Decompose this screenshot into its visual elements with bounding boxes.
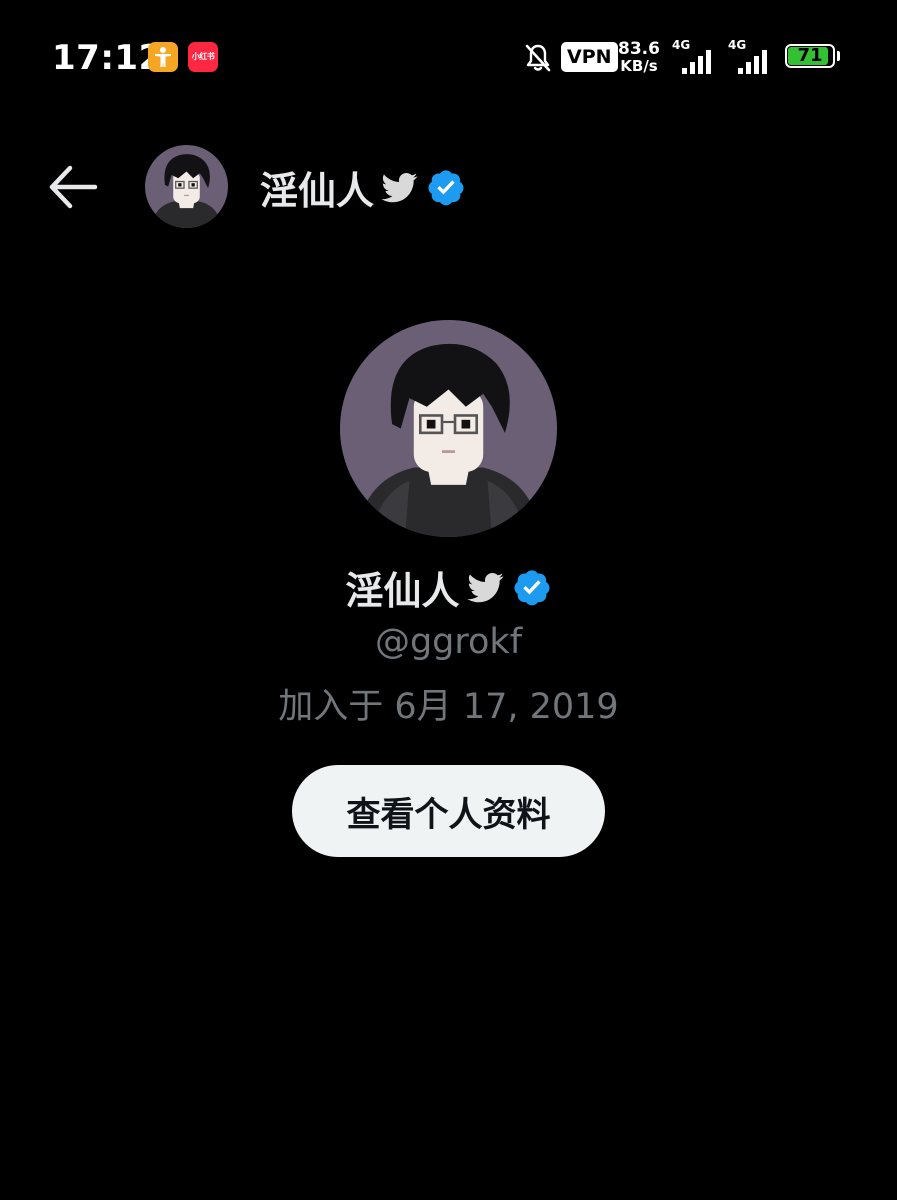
header-avatar[interactable] bbox=[145, 145, 228, 228]
battery-indicator: 71 bbox=[785, 44, 841, 70]
twitter-bird-icon bbox=[466, 573, 503, 603]
status-time: 17:12 bbox=[52, 38, 163, 78]
network-speed-value: 83.6 bbox=[618, 39, 660, 59]
verified-badge-icon bbox=[514, 570, 549, 606]
avatar-image bbox=[145, 145, 228, 228]
avatar-image bbox=[340, 320, 557, 537]
xiaohongshu-app-icon: 小红书 bbox=[188, 42, 218, 72]
notifications-muted-icon bbox=[522, 42, 554, 78]
battery-level: 71 bbox=[797, 45, 823, 66]
profile-name-row: 淫仙人 bbox=[0, 560, 897, 614]
header-name-row: 淫仙人 bbox=[260, 162, 466, 213]
profile-display-name: 淫仙人 bbox=[345, 568, 460, 613]
profile-avatar[interactable] bbox=[340, 320, 557, 537]
battery-cap bbox=[837, 51, 840, 61]
accessibility-app-icon bbox=[148, 42, 178, 72]
back-button[interactable] bbox=[48, 164, 98, 210]
back-arrow-icon bbox=[49, 165, 98, 209]
signal-bars-icon bbox=[682, 50, 711, 74]
network-speed: 83.6 KB/s bbox=[617, 40, 661, 74]
header-display-name: 淫仙人 bbox=[260, 168, 375, 213]
profile-handle: @ggrokf bbox=[374, 622, 523, 662]
vpn-badge: VPN bbox=[561, 42, 618, 72]
profile-join-date: 加入于 6月 17, 2019 bbox=[278, 687, 619, 727]
signal-bars-icon bbox=[738, 50, 767, 74]
twitter-bird-icon bbox=[381, 173, 418, 203]
verified-badge-icon bbox=[428, 170, 464, 206]
profile-header: 淫仙人 bbox=[0, 140, 897, 235]
status-bar: 17:12 小红书 VPN 83.6 KB/s 4G 4G 71 bbox=[0, 0, 897, 120]
view-profile-button[interactable]: 查看个人资料 bbox=[292, 765, 605, 857]
network-speed-unit: KB/s bbox=[620, 57, 658, 75]
